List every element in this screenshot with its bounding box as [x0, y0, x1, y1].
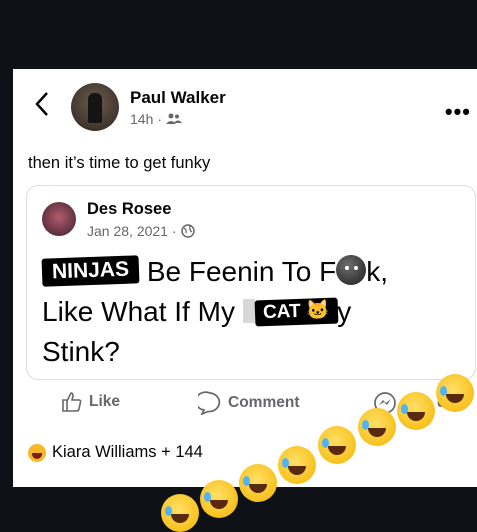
rofl-emoji	[278, 446, 316, 484]
friends-icon	[166, 113, 183, 124]
like-button[interactable]: Like	[61, 391, 120, 413]
rofl-emoji	[239, 464, 277, 502]
separator-dot: ·	[157, 111, 163, 127]
shared-line3: Stink?	[42, 336, 120, 367]
shared-body: NINJAS Be Feenin To Fk, Like What If My …	[41, 252, 467, 372]
rofl-emoji	[358, 408, 396, 446]
ninjas-sticker: NINJAS	[41, 255, 140, 287]
shared-avatar[interactable]	[42, 202, 76, 236]
comment-button[interactable]: Comment	[198, 391, 299, 415]
avatar[interactable]	[71, 83, 119, 131]
comment-icon	[198, 391, 221, 415]
post-time[interactable]: 14h	[130, 111, 153, 127]
shared-line1-tail: k,	[366, 256, 388, 287]
censored-blur	[242, 299, 255, 323]
reaction-summary[interactable]: Kiara Williams + 144	[28, 443, 203, 462]
shared-post[interactable]: Des Rosee Jan 28, 2021 · NINJAS Be Feeni…	[26, 185, 476, 380]
rofl-emoji	[318, 426, 356, 464]
shared-date[interactable]: Jan 28, 2021	[87, 223, 168, 239]
back-icon[interactable]	[31, 91, 57, 117]
haha-icon	[28, 443, 46, 462]
separator-dot: ·	[171, 223, 177, 239]
shared-author[interactable]: Des Rosee	[87, 200, 171, 219]
like-icon	[62, 392, 82, 412]
cat-sticker: CAT 🐱	[254, 297, 338, 327]
post-meta: 14h ·	[130, 111, 183, 127]
moon-emoji-icon	[336, 255, 367, 285]
like-label: Like	[89, 393, 121, 410]
more-icon[interactable]: •••	[445, 99, 471, 125]
rofl-emoji	[397, 392, 435, 430]
reaction-names: Kiara Williams + 144	[52, 443, 203, 461]
post-text: then it’s time to get funky	[28, 154, 211, 172]
shared-line2: Like What If My	[42, 296, 235, 327]
rofl-emoji	[161, 494, 199, 532]
globe-icon	[180, 224, 195, 238]
rofl-emoji	[200, 480, 238, 518]
shared-line2-tail: y	[337, 296, 352, 327]
comment-label: Comment	[228, 394, 300, 411]
shared-line1: Be Feenin To F	[146, 256, 337, 287]
post-author[interactable]: Paul Walker	[130, 88, 226, 108]
shared-meta: Jan 28, 2021 ·	[87, 223, 195, 239]
rofl-emoji	[436, 374, 474, 412]
